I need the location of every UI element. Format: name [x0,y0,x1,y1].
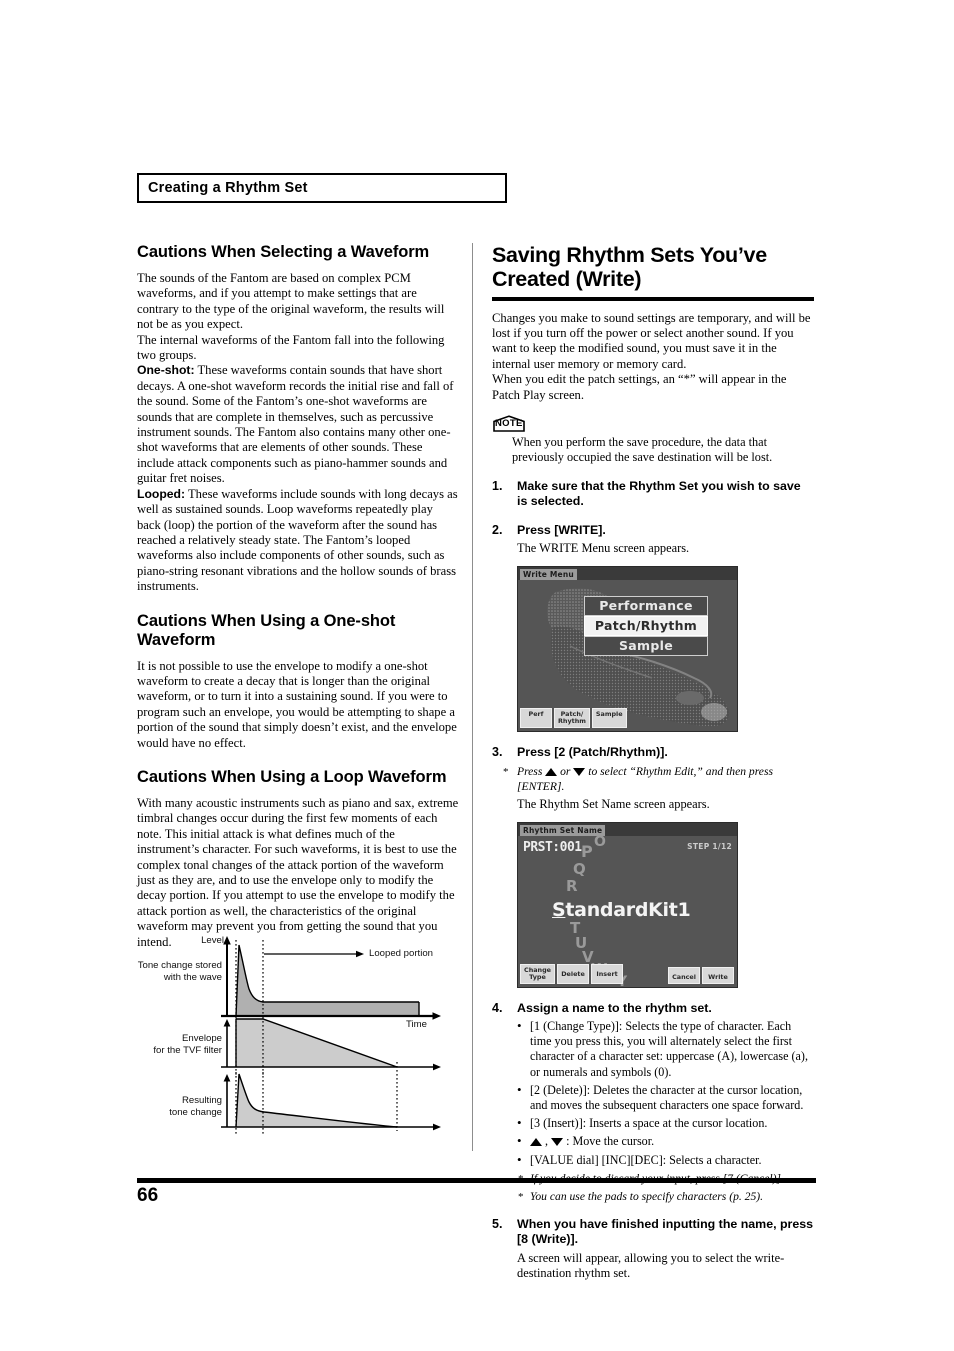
lcd-title: Write Menu [520,568,577,580]
bullet-insert: • [3 (Insert)]: Inserts a space at the c… [517,1115,768,1131]
note-icon-label: NOTE [495,418,523,430]
text-one-shot: These waveforms contain sounds that have… [137,363,454,486]
step-3-note: * Press or to select “Rhythm Edit,” and … [503,765,773,794]
step-subtext: A screen will appear, allowing you to se… [517,1250,785,1281]
fkey-perf[interactable]: Perf [520,707,552,728]
lcd-rhythm-set-name: Rhythm Set Name PRST:001 STEP 1/12 O P Q… [517,821,738,988]
up-arrow-icon [530,1138,542,1147]
menu-item-sample[interactable]: Sample [584,635,708,656]
heading-cautions-selecting-waveform: Cautions When Selecting a Waveform [137,243,430,261]
step-heading: Assign a name to the rhythm set. [517,1000,712,1015]
running-head-box: Creating a Rhythm Set [137,173,507,203]
lcd-function-keys-left: Change Type Delete Insert [520,963,624,984]
down-arrow-icon [573,768,586,777]
bullet-dot: • [517,1133,522,1149]
fkey-write[interactable]: Write [702,966,734,984]
bullet-move-cursor: • , : Move the cursor. [517,1133,655,1149]
step-4: 4. Assign a name to the rhythm set. • [1… [492,1001,814,1204]
page-number: 66 [137,1185,159,1206]
carousel-char: R [566,876,578,895]
bullet-change-type: • [1 (Change Type)]: Selects the type of… [517,1018,808,1079]
page-title: Saving Rhythm Sets You’ve Created (Write… [492,243,767,291]
carousel-char: Q [573,859,586,878]
bullet-dot: • [517,1151,522,1167]
right-column: Saving Rhythm Sets You’ve Created (Write… [492,243,814,1282]
bullet-dot: • [517,1081,522,1097]
fkey-insert[interactable]: Insert [591,963,624,984]
paragraph-waveform-intro-1: The sounds of the Fantom are based on co… [137,271,445,332]
carousel-char: O [594,833,606,850]
step-2: 2. Press [WRITE]. The WRITE Menu screen … [492,523,814,732]
lcd-body: Performance Patch/Rhythm Sample Perf Pat… [518,579,737,731]
column-divider [472,243,473,1151]
label-looped: Looped: [137,486,186,501]
down-arrow-icon [551,1138,564,1147]
diagram-label-resulting-tone-change: Resulting tone change [169,1095,222,1118]
diagram-annotation-looped: Looped portion [369,948,434,959]
step-5: 5. When you have finished inputting the … [492,1217,814,1282]
diagram-axis-level: Level [201,935,224,946]
up-arrow-icon [545,768,558,777]
running-head-title: Creating a Rhythm Set [148,180,308,196]
step-number: 2. [492,522,503,537]
left-column: Cautions When Selecting a Waveform The s… [137,243,459,950]
paragraph-waveform-intro-2: The internal waveforms of the Fantom fal… [137,332,445,363]
footer-rule [137,1178,816,1183]
diagram-label-tone-change-stored: Tone change stored with the wave [137,960,222,983]
document-page: Creating a Rhythm Set Cautions When Sele… [0,0,954,1351]
fkey-patch-rhythm[interactable]: Patch/Rhythm [554,707,590,728]
step-number: 4. [492,1000,503,1015]
paragraph-one-shot: One-shot: These waveforms contain sounds… [137,363,459,486]
diagram-axis-time: Time [406,1019,427,1030]
step-subtext: The WRITE Menu screen appears. [517,541,690,556]
paragraph-save-intro-2: When you edit the patch settings, an “*”… [492,372,787,402]
bullet-dot: • [517,1115,522,1131]
step-heading: When you have finished inputting the nam… [517,1216,814,1247]
fkey-cancel[interactable]: Cancel [668,966,700,984]
lcd-write-menu: Write Menu Performance Patch/Rhythm Samp… [517,565,738,732]
asterisk-mark: * [503,766,509,779]
step-1: 1. Make sure that the Rhythm Set you wis… [492,479,814,510]
step-3: 3. Press [2 (Patch/Rhythm)]. * Press or … [492,745,814,988]
paragraph-loop-caution: With many acoustic instruments such as p… [137,795,459,949]
text-looped: These waveforms include sounds with long… [137,486,458,594]
paragraph-one-shot-caution: It is not possible to use the envelope t… [137,658,457,750]
label-one-shot: One-shot: [137,363,195,378]
heading-cautions-loop: Cautions When Using a Loop Waveform [137,767,447,786]
bullet-dot: • [517,1018,522,1034]
asterisk-mark: * [518,1190,524,1203]
lcd-function-keys: Perf Patch/Rhythm Sample [520,707,627,728]
paragraph-looped: Looped: These waveforms include sounds w… [137,487,459,595]
lcd-function-keys-right: Cancel Write [668,966,734,984]
heading-cautions-one-shot: Cautions When Using a One-shot Waveform [137,611,396,649]
step-heading: Make sure that the Rhythm Set you wish t… [517,478,801,509]
diagram-label-envelope-tvf: Envelope for the TVF filter [153,1033,222,1056]
fkey-sample[interactable]: Sample [591,707,627,728]
note-callout: NOTE When you perform the save procedure… [492,415,814,466]
step-number: 3. [492,744,503,759]
step-subtext: The Rhythm Set Name screen appears. [517,797,710,812]
step-number: 5. [492,1216,503,1231]
carousel-char: P [581,841,593,861]
step-heading: Press [2 (Patch/Rhythm)]. [517,744,668,759]
menu-item-performance[interactable]: Performance [584,595,708,616]
note-text: When you perform the save procedure, the… [512,434,773,465]
menu-item-patch-rhythm[interactable]: Patch/Rhythm [584,615,708,636]
rhythm-set-name-value: StandardKit1 [552,898,691,921]
step-heading: Press [WRITE]. [517,522,606,537]
envelope-diagram: Level Looped portion Time Tone change st… [108,931,458,1163]
fkey-delete[interactable]: Delete [557,963,590,984]
bullet-value-dial: • [VALUE dial] [INC][DEC]: Selects a cha… [517,1151,762,1167]
fkey-change-type[interactable]: Change Type [520,963,556,984]
step-number: 1. [492,478,503,493]
paragraph-save-intro-1: Changes you make to sound settings are t… [492,310,811,371]
title-rule [492,297,814,301]
lcd-body: PRST:001 STEP 1/12 O P Q R T U V W X Y [518,833,737,987]
bullet-delete: • [2 (Delete)]: Deletes the character at… [517,1081,804,1113]
lcd-title: Rhythm Set Name [520,824,606,836]
note-icon: NOTE [492,415,526,432]
step-4-note-2: * You can use the pads to specify charac… [518,1189,764,1203]
